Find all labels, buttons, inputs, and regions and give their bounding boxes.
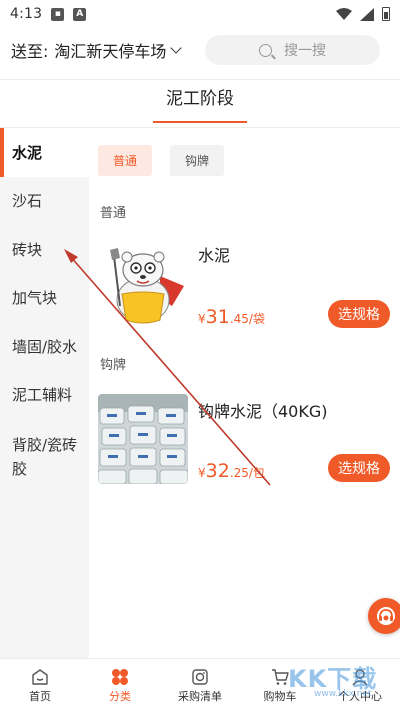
tab-label: 采购清单 [178,690,222,703]
product-name[interactable]: 水泥 [198,242,230,266]
tab-label: 分类 [109,690,131,703]
stage-title: 泥工阶段 [166,89,234,109]
category-icon [112,669,128,685]
bottom-tab-bar: 首页 分类 采购清单 购物车 个人中心 [0,658,400,711]
tab-category[interactable]: 分类 [80,659,160,711]
sidebar-item-tile-adhesive[interactable]: 背胶/瓷砖胶 [0,419,89,491]
section-label: 普通 [100,206,127,221]
product-price: ¥31.45/袋 [198,306,265,328]
sidebar-item-label: 墙固/胶水 [12,337,78,356]
section-label: 钩牌 [100,358,127,373]
status-time: 4:13 [10,6,43,22]
select-spec-button[interactable]: 选规格 [328,454,390,482]
tab-label: 购物车 [263,690,297,703]
sidebar-item-sand-stone[interactable]: 沙石 [0,177,89,226]
customer-service-button[interactable] [368,598,400,634]
product-image-cement-bags[interactable] [98,394,188,484]
sidebar-item-label: 加气块 [12,289,58,308]
tab-home[interactable]: 首页 [0,659,80,711]
sidebar-item-aerated-block[interactable]: 加气块 [0,274,89,323]
image-icon: ▪ [51,7,65,21]
sidebar-item-label: 砖块 [12,240,43,259]
search-icon [259,43,272,57]
sidebar-item-wall-glue[interactable]: 墙固/胶水 [0,322,89,371]
header: 送至: 淘汇新天停车场 搜一搜 [0,30,400,70]
sidebar-item-label: 沙石 [12,192,43,211]
tab-cart[interactable]: 购物车 [240,659,320,711]
signal-icon [360,7,374,21]
tab-purchase-list[interactable]: 采购清单 [160,659,240,711]
battery-icon [382,7,390,21]
purchase-list-icon [192,669,208,685]
a-icon: A [73,7,87,21]
chip-ordinary[interactable]: 普通 [98,145,152,176]
search-input[interactable]: 搜一搜 [205,35,380,65]
product-name[interactable]: 钩牌水泥（40KG) [198,398,328,422]
address-selector[interactable]: 送至: 淘汇新天停车场 [11,38,183,62]
tab-label: 个人中心 [338,690,382,703]
cart-icon [272,669,289,685]
stage-title-underline [153,121,247,123]
cement-bags-image [98,394,188,484]
headset-icon [377,607,395,625]
filter-chips: 普通 钩牌 [98,145,224,176]
tab-profile[interactable]: 个人中心 [320,659,400,711]
product-price: ¥32.25/包 [198,460,265,482]
sidebar-item-cement[interactable]: 水泥 [0,128,89,177]
chip-goupai[interactable]: 钩牌 [170,145,224,176]
sidebar-item-bricks[interactable]: 砖块 [0,225,89,274]
select-spec-button[interactable]: 选规格 [328,300,390,328]
product-image-mascot[interactable] [98,236,188,326]
sidebar-item-label: 水泥 [12,143,43,162]
deliver-to-label: 送至: [11,42,49,61]
sidebar-item-label: 泥工辅料 [12,386,73,405]
status-bar: 4:13 ▪ A [0,0,400,28]
user-icon [352,669,368,686]
sidebar-item-masonry-supplies[interactable]: 泥工辅料 [0,371,89,420]
tab-label: 首页 [29,690,51,703]
home-icon [32,669,48,685]
category-sidebar: 水泥 沙石 砖块 加气块 墙固/胶水 泥工辅料 背胶/瓷砖胶 [0,128,89,658]
chevron-down-icon [170,41,183,54]
address-name: 淘汇新天停车场 [54,42,167,61]
sidebar-item-label: 背胶/瓷砖胶 [12,436,78,478]
mascot-image [98,236,188,326]
wifi-icon [336,8,352,20]
search-placeholder: 搜一搜 [284,43,326,59]
header-divider [0,79,400,80]
